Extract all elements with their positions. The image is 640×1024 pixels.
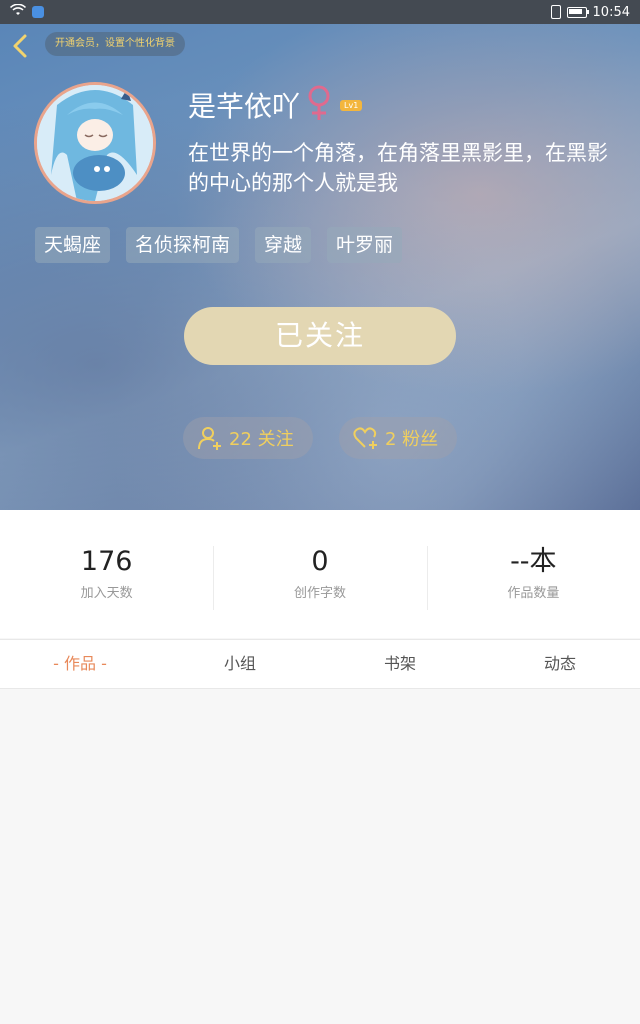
vibrate-icon [550,5,561,19]
tag-item[interactable]: 名侦探柯南 [126,227,240,263]
female-icon [306,84,332,126]
tag-item[interactable]: 天蝎座 [35,227,111,263]
tab-activity[interactable]: 动态 [480,640,640,688]
heart-add-icon [353,427,377,449]
following-button[interactable]: 22 关注 [183,417,313,459]
fans-count: 2 粉丝 [385,429,439,450]
status-bar: 10:54 [0,0,640,24]
level-badge: Lv1 [340,99,363,111]
tab-works[interactable]: - 作品 - [0,640,160,688]
stat-value: --本 [510,546,557,577]
stat-label: 加入天数 [80,586,133,601]
status-left [9,3,44,20]
tab-groups[interactable]: 小组 [160,640,320,688]
app-notification-icon [32,6,44,18]
tag-list: 天蝎座 名侦探柯南 穿越 叶罗丽 [35,227,403,263]
back-button[interactable] [8,32,32,60]
follow-button[interactable]: 已关注 [184,307,456,365]
stat-value: 176 [80,546,133,577]
profile-header: 开通会员，设置个性化背景 是芊依吖 Lv1 在世界的一个角落，在角落里黑影里，在… [0,24,640,510]
user-add-icon [198,427,221,450]
tab-content-area [0,689,640,1024]
vip-background-prompt[interactable]: 开通会员，设置个性化背景 [45,32,185,56]
status-right: 10:54 [550,4,630,20]
avatar-image [37,85,153,201]
stat-value: 0 [311,546,329,577]
stat-label: 创作字数 [293,586,346,601]
stat-works-count: --本 作品数量 [426,546,640,622]
wifi-icon [9,3,27,20]
stat-word-count: 0 创作字数 [213,546,426,622]
tag-item[interactable]: 穿越 [255,227,312,263]
status-time: 10:54 [592,4,630,20]
signature: 在世界的一个角落，在角落里黑影里，在黑影的中心的那个人就是我 [188,141,608,195]
fans-button[interactable]: 2 粉丝 [339,417,457,459]
stat-join-days: 176 加入天数 [0,546,213,622]
username: 是芊依吖 [188,90,301,123]
stats-row: 176 加入天数 0 创作字数 --本 作品数量 [0,510,640,638]
username-row: 是芊依吖 Lv1 [188,84,363,126]
tab-bar: - 作品 - 小组 书架 动态 [0,639,640,689]
following-count: 22 关注 [229,429,294,450]
avatar[interactable] [34,82,156,204]
tab-bookshelf[interactable]: 书架 [320,640,480,688]
chevron-left-icon [13,34,27,58]
tag-item[interactable]: 叶罗丽 [327,227,403,263]
battery-icon [566,6,589,18]
stat-label: 作品数量 [507,586,560,601]
